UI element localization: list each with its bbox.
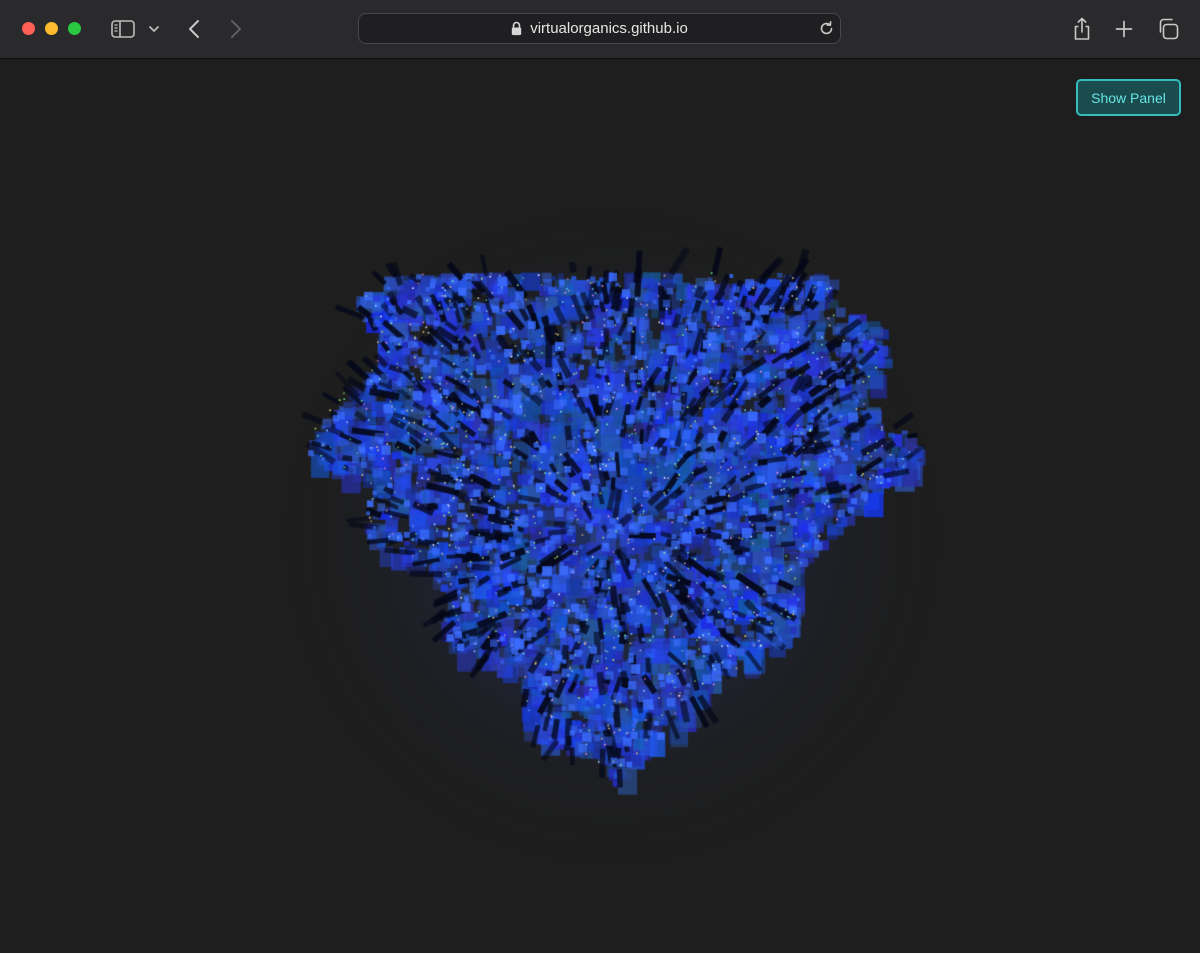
- back-button[interactable]: [184, 15, 204, 43]
- back-arrow-icon: [189, 20, 199, 38]
- show-panel-button[interactable]: Show Panel: [1076, 79, 1181, 116]
- share-icon: [1074, 17, 1090, 40]
- new-tab-button[interactable]: [1114, 15, 1134, 43]
- forward-arrow-icon: [231, 20, 241, 38]
- sidebar-toggle-button[interactable]: [110, 15, 136, 43]
- tab-overview-button[interactable]: [1156, 15, 1180, 43]
- close-window-button[interactable]: [22, 22, 35, 35]
- browser-window: virtualorganics.github.io Show Panel: [0, 0, 1200, 953]
- reload-button[interactable]: [818, 20, 835, 42]
- address-content: virtualorganics.github.io: [511, 20, 688, 37]
- address-bar[interactable]: virtualorganics.github.io: [358, 13, 841, 44]
- organism-canvas[interactable]: [0, 59, 1200, 953]
- browser-toolbar: virtualorganics.github.io: [0, 0, 1200, 59]
- url-text: virtualorganics.github.io: [530, 20, 688, 37]
- minimize-window-button[interactable]: [45, 22, 58, 35]
- page-content: Show Panel: [0, 59, 1200, 953]
- share-button[interactable]: [1071, 15, 1093, 43]
- reload-icon: [820, 20, 833, 35]
- sidebar-menu-button[interactable]: [146, 15, 162, 43]
- plus-icon: [1115, 20, 1133, 38]
- maximize-window-button[interactable]: [68, 22, 81, 35]
- chevron-down-icon: [149, 26, 159, 32]
- tab-overview-icon: [1159, 18, 1179, 40]
- lock-icon: [512, 21, 522, 36]
- sidebar-icon: [111, 20, 135, 38]
- forward-button[interactable]: [226, 15, 246, 43]
